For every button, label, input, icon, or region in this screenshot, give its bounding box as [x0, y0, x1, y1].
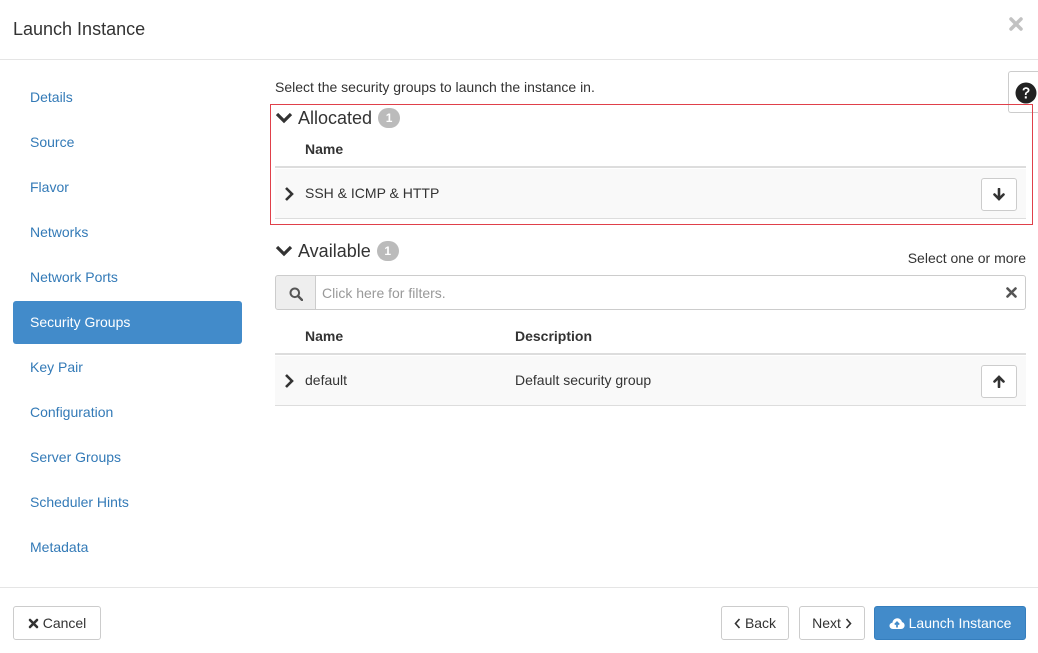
back-button[interactable]: Back [721, 606, 789, 640]
filter-bar [275, 275, 1026, 310]
back-label: Back [744, 615, 777, 631]
chevron-right-icon[interactable] [283, 186, 295, 202]
close-button[interactable] [1008, 13, 1026, 35]
available-name-cell: default [305, 372, 348, 388]
allocate-button[interactable] [981, 365, 1017, 398]
nav-item-security-groups[interactable]: Security Groups [13, 301, 242, 344]
cloud-upload-icon [889, 617, 905, 629]
table-row: SSH & ICMP & HTTP [275, 169, 1026, 219]
available-header[interactable]: Available 1 [275, 238, 399, 264]
column-header-description: Description [515, 328, 593, 344]
modal-header: Launch Instance [0, 0, 1038, 60]
table-row: default Default security group [275, 356, 1026, 406]
allocated-table-header: Name [275, 130, 1026, 168]
launch-instance-button[interactable]: Launch Instance [874, 606, 1026, 640]
column-header-name: Name [305, 141, 344, 157]
close-icon [1009, 17, 1023, 31]
nav-item-source[interactable]: Source [13, 121, 242, 164]
nav-item-key-pair[interactable]: Key Pair [13, 346, 242, 389]
next-label: Next [812, 615, 841, 631]
allocated-count-badge: 1 [378, 108, 401, 128]
nav-item-configuration[interactable]: Configuration [13, 391, 242, 434]
nav-item-scheduler-hints[interactable]: Scheduler Hints [13, 481, 242, 524]
chevron-left-icon [734, 617, 741, 629]
available-table-header: Name Description [275, 317, 1026, 355]
filter-input[interactable] [315, 275, 1026, 310]
next-button[interactable]: Next [799, 606, 865, 640]
nav-item-networks[interactable]: Networks [13, 211, 242, 254]
close-icon [28, 618, 39, 628]
nav-item-flavor[interactable]: Flavor [13, 166, 242, 209]
clear-filter-icon[interactable] [1005, 286, 1018, 299]
available-title: Available [298, 240, 371, 261]
launch-instance-label: Launch Instance [908, 615, 1012, 631]
step-description: Select the security groups to launch the… [275, 79, 595, 95]
allocated-header[interactable]: Allocated 1 [275, 105, 401, 131]
modal-footer: Cancel Back Next Launch Instance [0, 587, 1038, 653]
select-hint: Select one or more [907, 250, 1026, 266]
question-circle-icon [1015, 82, 1037, 104]
search-addon [275, 275, 316, 310]
nav-item-metadata[interactable]: Metadata [13, 526, 242, 569]
cancel-button[interactable]: Cancel [13, 606, 101, 640]
arrow-down-icon [993, 188, 1005, 201]
chevron-right-icon[interactable] [283, 373, 295, 389]
available-description-cell: Default security group [515, 372, 652, 388]
search-icon [289, 287, 303, 301]
chevron-down-icon [275, 112, 293, 124]
deallocate-button[interactable] [981, 178, 1017, 211]
chevron-down-icon [275, 245, 293, 257]
allocated-name-cell: SSH & ICMP & HTTP [305, 185, 440, 201]
wizard-nav: Details Source Flavor Networks Network P… [13, 76, 242, 571]
allocated-title: Allocated [298, 107, 373, 128]
nav-item-network-ports[interactable]: Network Ports [13, 256, 242, 299]
chevron-right-icon [845, 617, 852, 629]
nav-item-server-groups[interactable]: Server Groups [13, 436, 242, 479]
modal-title: Launch Instance [13, 19, 146, 39]
nav-item-details[interactable]: Details [13, 76, 242, 119]
arrow-up-icon [993, 375, 1005, 388]
column-header-name: Name [305, 328, 344, 344]
available-count-badge: 1 [376, 241, 399, 261]
cancel-label: Cancel [42, 615, 87, 631]
